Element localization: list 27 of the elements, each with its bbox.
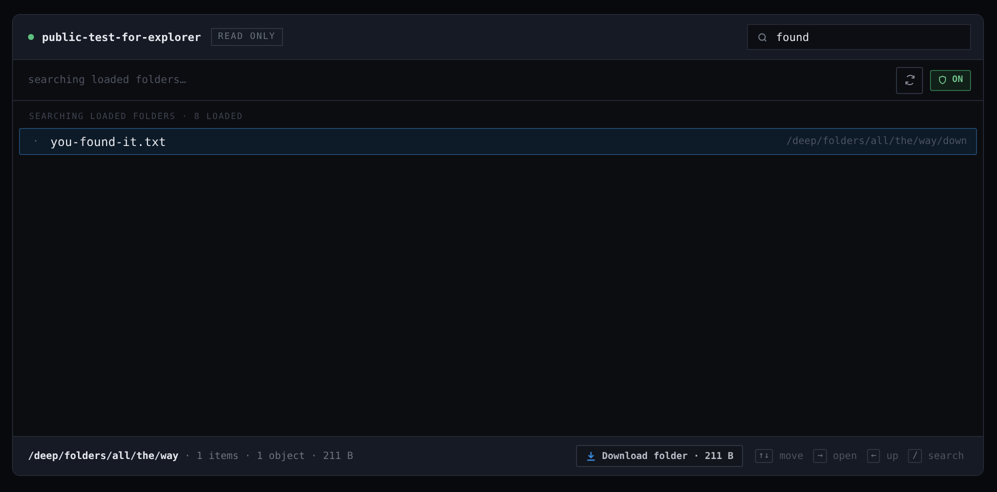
shortcut-label: up bbox=[886, 450, 898, 462]
key-hint: ← bbox=[866, 449, 880, 463]
bullet: · bbox=[33, 136, 38, 146]
guard-toggle[interactable]: ON bbox=[930, 70, 971, 90]
download-button[interactable]: Download folder · 211 B bbox=[576, 445, 743, 467]
refresh-button[interactable] bbox=[896, 66, 924, 94]
status-text: searching loaded folders… bbox=[28, 74, 186, 86]
key-hint: ↑↓ bbox=[754, 449, 774, 463]
section-label: SEARCHING LOADED FOLDERS · 8 LOADED bbox=[28, 112, 244, 122]
key-hint: → bbox=[813, 449, 827, 463]
search-icon bbox=[757, 32, 768, 42]
shortcut-label: move bbox=[779, 450, 804, 462]
result-row[interactable]: · you-found-it.txt /deep/folders/all/the/way/down bbox=[19, 128, 977, 155]
read-only-badge: READ ONLY bbox=[210, 28, 283, 46]
file-name: you-found-it.txt bbox=[50, 134, 166, 148]
file-path: /deep/folders/all/the/way/down bbox=[786, 136, 967, 147]
download-icon bbox=[586, 451, 596, 461]
folder-summary: · 1 items · 1 object · 211 B bbox=[184, 450, 354, 462]
shortcut-label: open bbox=[832, 450, 857, 462]
refresh-icon bbox=[904, 74, 916, 86]
shield-icon bbox=[938, 75, 948, 85]
search-input[interactable]: found bbox=[776, 30, 956, 44]
key-hint: / bbox=[908, 449, 922, 463]
bucket-name: public-test-for-explorer bbox=[42, 30, 201, 44]
search-field[interactable]: found bbox=[747, 24, 971, 50]
shortcut-label: search bbox=[928, 450, 964, 462]
current-path: /deep/folders/all/the/way bbox=[28, 450, 179, 462]
